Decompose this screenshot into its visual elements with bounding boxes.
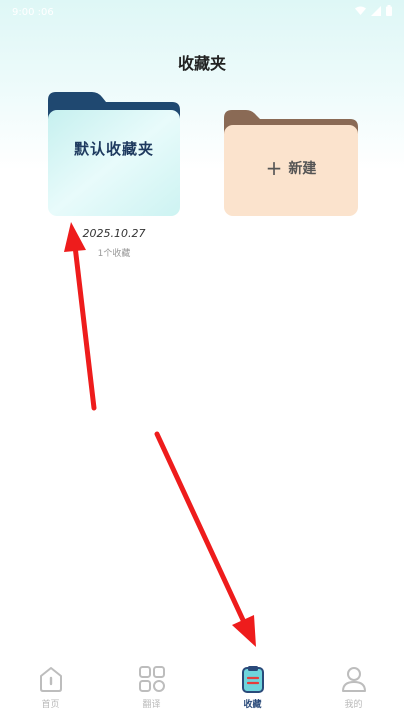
user-icon xyxy=(341,667,366,692)
new-folder-label: + 新建 xyxy=(224,156,358,180)
folder-count: 1个收藏 xyxy=(97,249,131,259)
home-icon xyxy=(39,667,62,692)
folder-default[interactable]: 默认收藏夹 xyxy=(48,92,180,216)
clipboard-icon xyxy=(241,666,264,693)
new-folder-text: 新建 xyxy=(288,161,317,177)
new-folder-button[interactable]: + 新建 xyxy=(224,110,358,216)
tab-translate-label: 翻译 xyxy=(142,700,161,710)
tab-profile[interactable]: 我的 xyxy=(303,650,404,720)
tab-home-label: 首页 xyxy=(41,700,60,710)
grid-icon xyxy=(138,666,165,692)
folder-name: 默认收藏夹 xyxy=(73,140,154,158)
status-icons xyxy=(355,5,392,19)
tab-profile-label: 我的 xyxy=(344,700,363,710)
tab-translate[interactable]: 翻译 xyxy=(101,650,202,720)
folder-date: 2025.10.27 xyxy=(82,227,146,240)
tab-favorites-label: 收藏 xyxy=(243,700,262,710)
status-time: 9:00 :06 xyxy=(12,6,54,18)
battery-icon xyxy=(386,5,392,19)
tab-home[interactable]: 首页 xyxy=(0,650,101,720)
bottom-tab-bar: 首页 翻译 收藏 我的 xyxy=(0,650,404,720)
plus-icon: + xyxy=(265,156,283,180)
page-title: 收藏夹 xyxy=(177,54,226,73)
arrow-to-tab xyxy=(154,431,256,647)
wifi-icon xyxy=(355,6,366,18)
signal-icon xyxy=(371,5,381,19)
status-bar: 9:00 :06 xyxy=(0,0,404,24)
tab-favorites[interactable]: 收藏 xyxy=(202,650,303,720)
